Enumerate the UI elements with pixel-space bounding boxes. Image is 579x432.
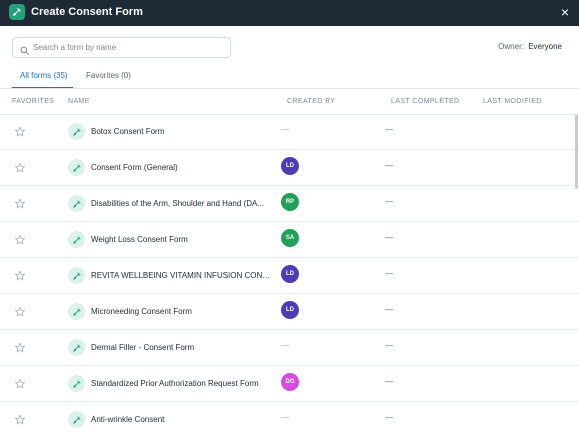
last-completed-value: —	[385, 413, 393, 422]
pen-icon	[9, 4, 25, 20]
created-by-empty: —	[281, 125, 289, 134]
last-completed-value: —	[385, 305, 393, 314]
pen-icon	[68, 339, 85, 356]
creator-avatar: RP	[281, 193, 299, 211]
table-row[interactable]: REVITA WELLBEING VITAMIN INFUSION CONS..…	[0, 258, 579, 294]
table-row[interactable]: Microneeding Consent Form LD —	[0, 294, 579, 330]
creator-avatar: LD	[281, 301, 299, 319]
favorite-star-icon[interactable]	[14, 161, 26, 173]
favorite-star-icon[interactable]	[14, 341, 26, 353]
last-completed-value: —	[385, 161, 393, 170]
favorite-star-icon[interactable]	[14, 197, 26, 209]
form-name[interactable]: Standardized Prior Authorization Request…	[91, 379, 273, 388]
owner-value[interactable]: Everyone	[528, 42, 562, 51]
form-name[interactable]: Anti-wrinkle Consent	[91, 415, 273, 424]
last-completed-value: —	[385, 377, 393, 386]
table-row[interactable]: Disabilities of the Arm, Shoulder and Ha…	[0, 186, 579, 222]
form-name[interactable]: Disabilities of the Arm, Shoulder and Ha…	[91, 199, 273, 208]
pen-icon	[68, 231, 85, 248]
forms-table: Botox Consent Form — — Consent Form (Genera…	[0, 114, 579, 432]
form-name[interactable]: Microneeding Consent Form	[91, 307, 273, 316]
search-icon	[20, 42, 29, 60]
created-by-empty: —	[281, 341, 289, 350]
pen-icon	[68, 375, 85, 392]
column-header-name[interactable]: NAME	[68, 98, 90, 105]
pen-icon	[68, 267, 85, 284]
close-button[interactable]: ×	[561, 3, 569, 21]
form-name[interactable]: Botox Consent Form	[91, 127, 273, 136]
table-row[interactable]: Anti-wrinkle Consent — —	[0, 402, 579, 432]
window-title: Create Consent Form	[31, 6, 143, 18]
scrollbar[interactable]	[575, 115, 578, 189]
favorite-star-icon[interactable]	[14, 125, 26, 137]
form-name[interactable]: REVITA WELLBEING VITAMIN INFUSION CONS..…	[91, 271, 273, 280]
search-input[interactable]	[33, 40, 225, 55]
form-name[interactable]: Weight Loss Consent Form	[91, 235, 273, 244]
column-header-created-by[interactable]: CREATED BY	[287, 98, 335, 105]
last-completed-value: —	[385, 341, 393, 350]
tabs-divider	[0, 88, 579, 89]
favorite-star-icon[interactable]	[14, 377, 26, 389]
creator-avatar: LD	[281, 157, 299, 175]
last-completed-value: —	[385, 269, 393, 278]
last-completed-value: —	[385, 233, 393, 242]
favorite-star-icon[interactable]	[14, 305, 26, 317]
owner-label: Owner:	[498, 42, 524, 51]
tab-favorites[interactable]: Favorites (0)	[86, 71, 131, 80]
column-header-last-modified[interactable]: LAST MODIFIED	[483, 98, 542, 105]
favorite-star-icon[interactable]	[14, 413, 26, 425]
pen-icon	[68, 411, 85, 428]
form-name[interactable]: Dermal Filler - Consent Form	[91, 343, 273, 352]
table-row[interactable]: Consent Form (General) LD —	[0, 150, 579, 186]
pen-icon	[68, 159, 85, 176]
column-header-last-completed[interactable]: LAST COMPLETED	[391, 98, 460, 105]
table-row[interactable]: Weight Loss Consent Form SA —	[0, 222, 579, 258]
tab-all-forms[interactable]: All forms (35)	[20, 71, 68, 80]
favorite-star-icon[interactable]	[14, 269, 26, 281]
last-completed-value: —	[385, 197, 393, 206]
favorite-star-icon[interactable]	[14, 233, 26, 245]
creator-avatar: DG	[281, 373, 299, 391]
table-row[interactable]: Botox Consent Form — —	[0, 114, 579, 150]
form-name[interactable]: Consent Form (General)	[91, 163, 273, 172]
pen-icon	[68, 123, 85, 140]
pen-icon	[68, 195, 85, 212]
created-by-empty: —	[281, 413, 289, 422]
column-header-favorites: FAVORITES	[12, 98, 55, 105]
title-bar: Create Consent Form ×	[0, 0, 579, 26]
owner-filter[interactable]: Owner: Everyone	[498, 42, 562, 51]
search-box[interactable]	[12, 37, 231, 58]
creator-avatar: LD	[281, 265, 299, 283]
table-row[interactable]: Dermal Filler - Consent Form — —	[0, 330, 579, 366]
table-row[interactable]: Standardized Prior Authorization Request…	[0, 366, 579, 402]
creator-avatar: SA	[281, 229, 299, 247]
last-completed-value: —	[385, 125, 393, 134]
pen-icon	[68, 303, 85, 320]
